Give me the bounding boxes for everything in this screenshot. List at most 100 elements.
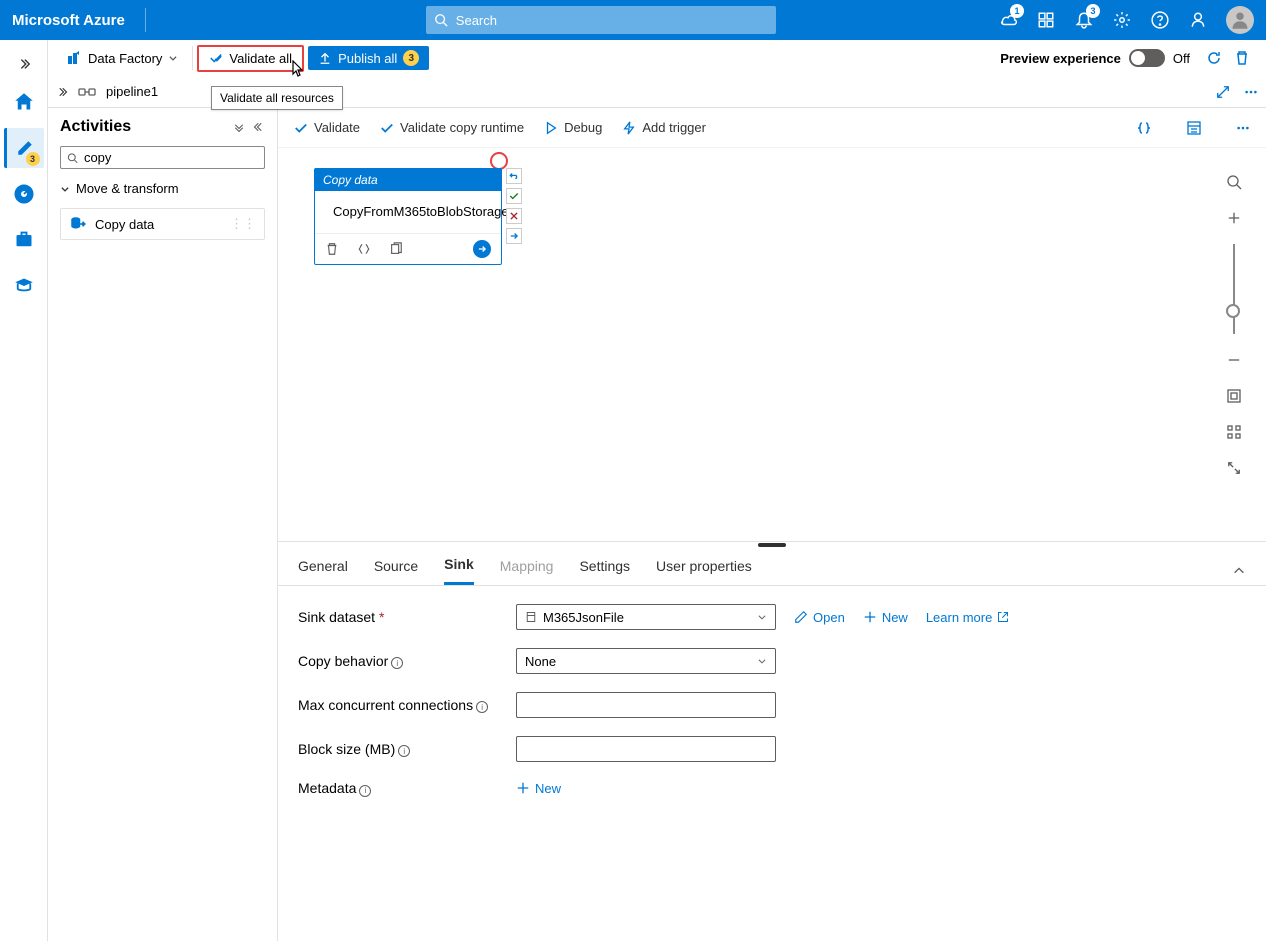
more-icon[interactable]: [1236, 121, 1250, 135]
play-icon: [544, 121, 558, 135]
zoom-controls: [1220, 168, 1248, 482]
zoom-slider[interactable]: [1233, 244, 1235, 334]
expand-sidebar-icon[interactable]: [56, 86, 68, 98]
data-factory-dropdown[interactable]: Data Factory: [56, 46, 188, 70]
more-icon[interactable]: [1244, 85, 1258, 99]
add-trigger-button[interactable]: Add trigger: [622, 120, 706, 135]
return-icon[interactable]: [506, 168, 522, 184]
dataset-icon: [525, 611, 537, 623]
collapse-left-icon[interactable]: [253, 121, 265, 133]
copy-data-icon: [69, 215, 87, 233]
copy-data-node[interactable]: Copy data CopyFromM365toBlobStorage: [314, 168, 502, 265]
expand-icon[interactable]: [1216, 85, 1230, 99]
validate-all-button[interactable]: Validate all: [197, 45, 304, 72]
search-zoom-icon[interactable]: [1220, 168, 1248, 196]
logo-text: Microsoft Azure: [12, 12, 125, 29]
fit-screen-icon[interactable]: [1220, 382, 1248, 410]
author-badge: 3: [26, 152, 40, 166]
properties-panel: General Source Sink Mapping Settings Use…: [278, 541, 1266, 941]
toolbar-divider: [192, 46, 193, 70]
nav-home-icon[interactable]: [4, 82, 44, 122]
info-icon[interactable]: i: [476, 701, 488, 713]
properties-icon[interactable]: [1186, 120, 1202, 136]
activities-panel: Activities Move & transform Copy d: [48, 108, 278, 941]
skip-icon[interactable]: [506, 228, 522, 244]
tab-user-properties[interactable]: User properties: [656, 558, 752, 584]
directories-icon[interactable]: [1036, 10, 1056, 30]
nav-author-icon[interactable]: 3: [4, 128, 44, 168]
publish-all-button[interactable]: Publish all 3: [308, 46, 429, 70]
tab-source[interactable]: Source: [374, 558, 418, 584]
success-icon[interactable]: [506, 188, 522, 204]
header-divider: [145, 8, 146, 32]
delete-icon[interactable]: [1234, 50, 1250, 66]
validate-copy-button[interactable]: Validate copy runtime: [380, 120, 524, 135]
info-icon[interactable]: i: [391, 657, 403, 669]
publish-icon: [318, 51, 332, 65]
notif-badge: 3: [1086, 4, 1100, 18]
pipeline-canvas[interactable]: Copy data CopyFromM365toBlobStorage: [278, 148, 1266, 541]
block-size-input[interactable]: [516, 736, 776, 762]
left-rail: 3: [0, 40, 48, 941]
user-avatar[interactable]: [1226, 6, 1254, 34]
debug-button[interactable]: Debug: [544, 120, 602, 135]
metadata-new-button[interactable]: New: [516, 781, 561, 796]
block-size-label: Block size (MB)i: [298, 741, 498, 758]
settings-icon[interactable]: [1112, 10, 1132, 30]
global-search[interactable]: Search: [426, 6, 776, 34]
failure-icon[interactable]: [506, 208, 522, 224]
zoom-thumb[interactable]: [1226, 304, 1240, 318]
activities-search-input[interactable]: [84, 150, 258, 165]
new-dataset-button[interactable]: New: [863, 610, 908, 625]
collapse-down-icon[interactable]: [233, 121, 245, 133]
collapse-panel-icon[interactable]: [1232, 564, 1246, 578]
activities-search[interactable]: [60, 146, 265, 169]
collapse-icon[interactable]: [1220, 454, 1248, 482]
preview-toggle[interactable]: [1129, 49, 1165, 67]
shell-badge: 1: [1010, 4, 1024, 18]
info-icon[interactable]: i: [398, 745, 410, 757]
search-icon: [67, 152, 78, 164]
node-go-button[interactable]: [473, 240, 491, 258]
zoom-in-icon[interactable]: [1220, 204, 1248, 232]
notifications-icon[interactable]: 3: [1074, 10, 1094, 30]
tab-sink[interactable]: Sink: [444, 556, 474, 585]
azure-header: Microsoft Azure Search 1 3: [0, 0, 1266, 40]
activity-copy-data[interactable]: Copy data ⋮⋮: [60, 208, 265, 240]
open-dataset-button[interactable]: Open: [794, 610, 845, 625]
cloud-shell-icon[interactable]: 1: [998, 10, 1018, 30]
nav-learn-icon[interactable]: [4, 266, 44, 306]
search-icon: [434, 13, 448, 27]
layout-icon[interactable]: [1220, 418, 1248, 446]
copy-behavior-select[interactable]: None: [516, 648, 776, 674]
zoom-out-icon[interactable]: [1220, 346, 1248, 374]
info-icon[interactable]: i: [359, 785, 371, 797]
validate-button[interactable]: Validate: [294, 120, 360, 135]
feedback-icon[interactable]: [1188, 10, 1208, 30]
code-view-icon[interactable]: [1136, 120, 1152, 136]
delete-icon[interactable]: [325, 242, 339, 256]
refresh-icon[interactable]: [1206, 50, 1222, 66]
expand-rail-button[interactable]: [8, 52, 40, 76]
copy-behavior-label: Copy behaviori: [298, 653, 498, 670]
tab-mapping[interactable]: Mapping: [500, 558, 554, 584]
sink-dataset-select[interactable]: M365JsonFile: [516, 604, 776, 630]
grip-icon: ⋮⋮: [230, 216, 256, 232]
canvas-toolbar: Validate Validate copy runtime Debug Add…: [278, 108, 1266, 148]
code-icon[interactable]: [357, 242, 371, 256]
category-move-transform[interactable]: Move & transform: [60, 179, 265, 198]
help-icon[interactable]: [1150, 10, 1170, 30]
search-placeholder: Search: [456, 13, 497, 28]
nav-manage-icon[interactable]: [4, 220, 44, 260]
pipeline-name: pipeline1: [106, 84, 158, 99]
tab-general[interactable]: General: [298, 558, 348, 584]
nav-monitor-icon[interactable]: [4, 174, 44, 214]
toggle-state: Off: [1173, 51, 1190, 66]
checkmark-all-icon: [209, 51, 223, 65]
clone-icon[interactable]: [389, 242, 403, 256]
trigger-icon: [622, 121, 636, 135]
learn-more-link[interactable]: Learn more: [926, 610, 1009, 625]
tab-settings[interactable]: Settings: [579, 558, 630, 584]
plus-icon: [516, 781, 530, 795]
max-connections-input[interactable]: [516, 692, 776, 718]
